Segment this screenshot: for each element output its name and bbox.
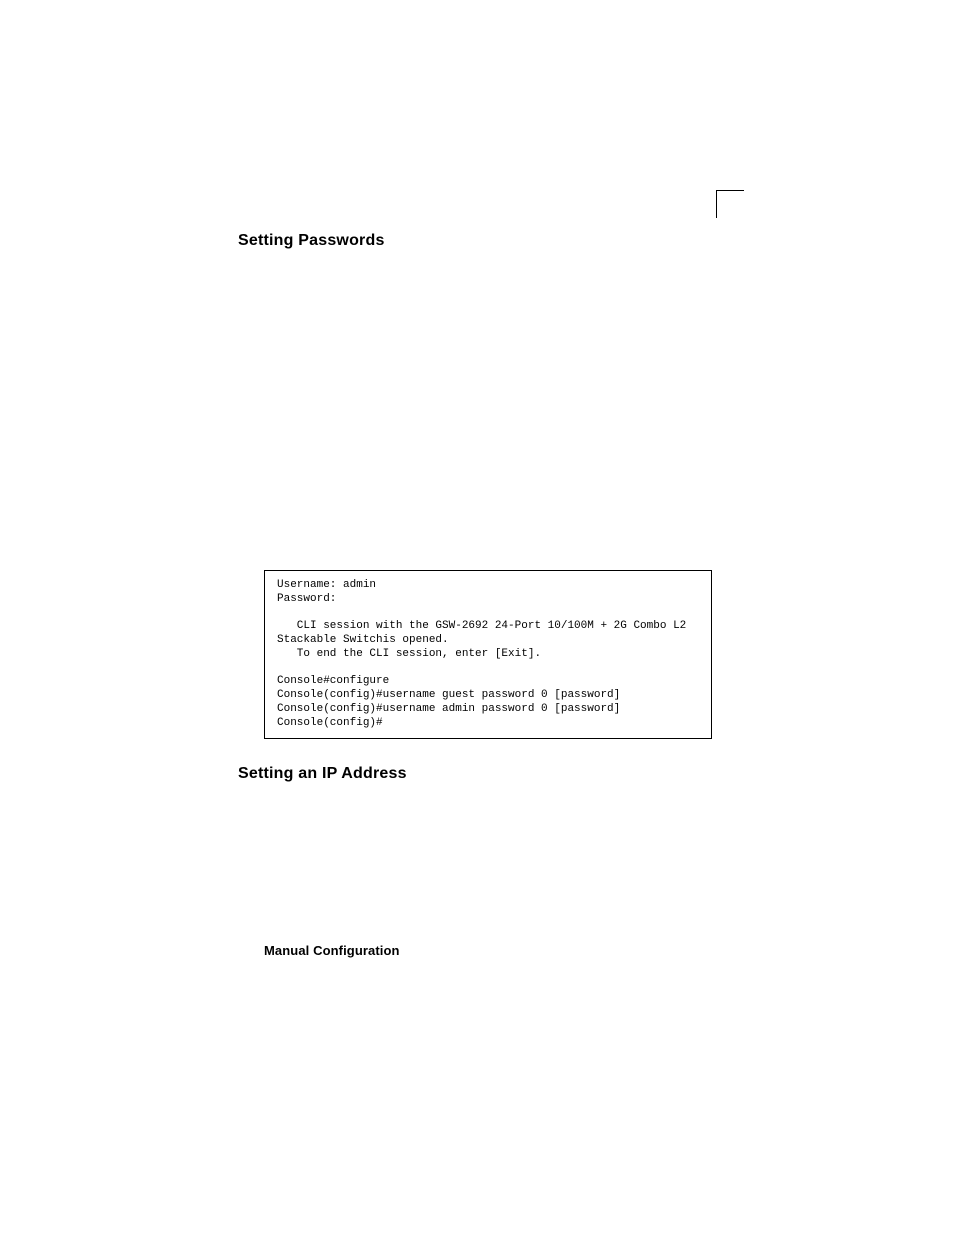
crop-mark-icon [716, 190, 744, 218]
cli-code-block: Username: admin Password: CLI session wi… [264, 570, 712, 739]
page-content: Setting Passwords Username: admin Passwo… [238, 232, 718, 958]
heading-setting-ip-address: Setting an IP Address [238, 765, 718, 783]
heading-setting-passwords: Setting Passwords [238, 232, 718, 250]
heading-manual-configuration: Manual Configuration [264, 943, 718, 958]
